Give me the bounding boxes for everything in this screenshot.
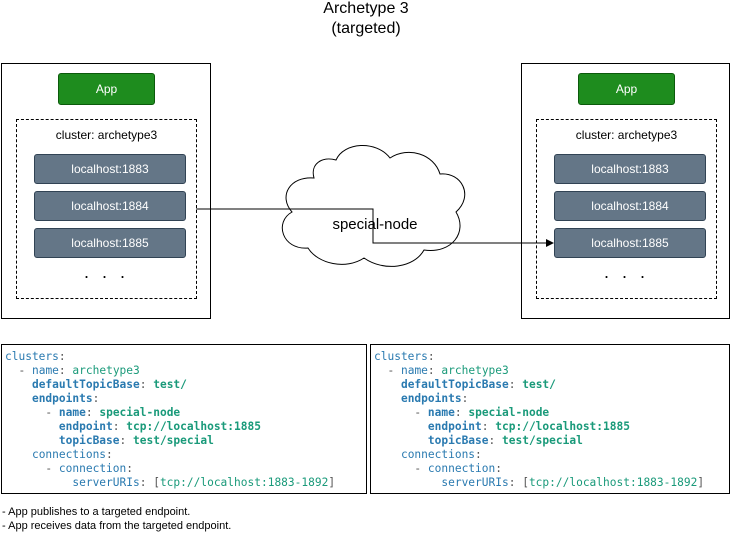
left-config-block: clusters: - name: archetype3 defaultTopi… [1,344,367,494]
note-receive: - App receives data from the targeted en… [2,520,232,532]
note-publish: - App publishes to a targeted endpoint. [2,506,191,518]
cloud-shape [281,145,466,267]
cloud-label: special-node [332,216,418,233]
notes: - App publishes to a targeted endpoint. … [2,505,231,533]
right-config-block: clusters: - name: archetype3 defaultTopi… [370,344,730,494]
